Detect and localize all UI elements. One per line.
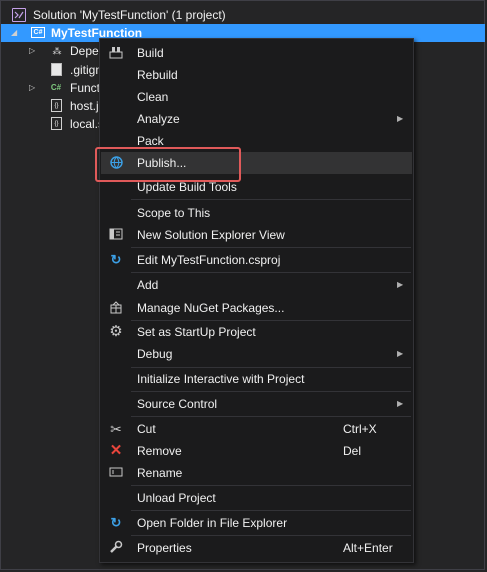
menu-separator (131, 485, 411, 486)
menu-separator (131, 510, 411, 511)
edit-refresh-icon: ↻ (110, 252, 122, 267)
rename-icon (108, 465, 124, 481)
submenu-arrow-icon: ▶ (397, 114, 404, 123)
tree-item-host-json[interactable]: {} host.j (1, 97, 111, 115)
tree-item-function[interactable]: ▷ C# Functi (1, 79, 111, 97)
menu-label: Remove (137, 444, 182, 458)
solution-explorer-view-icon (108, 227, 124, 243)
open-folder-icon: ↻ (110, 515, 122, 530)
tree-item-gitignore[interactable]: .gitign (1, 61, 111, 79)
menu-label: Cut (137, 422, 156, 436)
menu-separator (131, 391, 411, 392)
menu-shortcut: Alt+Enter (343, 541, 393, 555)
tree-item-label: .gitign (70, 63, 103, 77)
menu-item-build[interactable]: Build (101, 42, 412, 64)
csharp-project-icon: C# (31, 27, 45, 38)
menu-item-cut[interactable]: ✂ Cut Ctrl+X (101, 418, 412, 440)
menu-item-manage-nuget[interactable]: Manage NuGet Packages... (101, 297, 412, 319)
menu-separator (131, 416, 411, 417)
menu-item-source-control[interactable]: Source Control ▶ (101, 393, 412, 415)
menu-separator (131, 199, 411, 200)
menu-item-edit-csproj[interactable]: ↻ Edit MyTestFunction.csproj (101, 249, 412, 271)
menu-label: New Solution Explorer View (137, 228, 285, 242)
tree-item-dependencies[interactable]: ▷ ⁂ Depen (1, 42, 111, 60)
csharp-file-icon: C# (50, 83, 62, 92)
solution-icon (12, 8, 26, 22)
menu-item-set-startup[interactable]: ⚙ Set as StartUp Project (101, 321, 412, 343)
dependencies-icon: ⁂ (52, 46, 62, 56)
context-menu: Build Rebuild Clean Analyze ▶ Pack Publi… (99, 38, 414, 563)
menu-item-properties[interactable]: Properties Alt+Enter (101, 537, 412, 559)
file-icon (51, 63, 62, 76)
menu-label: Rebuild (137, 68, 178, 82)
menu-item-new-solution-explorer-view[interactable]: New Solution Explorer View (101, 224, 412, 246)
tree-item-label: Functi (70, 81, 103, 95)
menu-label: Properties (137, 541, 192, 555)
json-file-icon: {} (51, 117, 62, 130)
menu-item-open-folder[interactable]: ↻ Open Folder in File Explorer (101, 512, 412, 534)
menu-shortcut: Del (343, 444, 362, 458)
menu-item-clean[interactable]: Clean (101, 86, 412, 108)
submenu-arrow-icon: ▶ (397, 399, 404, 408)
tree-item-local-settings[interactable]: {} local.s (1, 115, 111, 133)
menu-label: Scope to This (137, 206, 211, 220)
menu-separator (131, 272, 411, 273)
menu-separator (131, 247, 411, 248)
menu-item-debug[interactable]: Debug ▶ (101, 343, 412, 365)
menu-label: Analyze (137, 112, 180, 126)
json-file-icon: {} (51, 99, 62, 112)
menu-separator (131, 535, 411, 536)
menu-label: Debug (137, 347, 173, 361)
build-icon (108, 45, 124, 61)
menu-item-add[interactable]: Add ▶ (101, 274, 412, 296)
menu-label: Manage NuGet Packages... (137, 301, 285, 315)
remove-x-icon: ✕ (109, 442, 123, 459)
menu-label: Build (137, 46, 164, 60)
menu-label: Edit MyTestFunction.csproj (137, 253, 281, 267)
menu-label: Add (137, 278, 159, 292)
publish-highlight-annotation (95, 147, 241, 182)
solution-title: Solution 'MyTestFunction' (1 project) (33, 8, 226, 22)
menu-item-rename[interactable]: Rename (101, 462, 412, 484)
menu-label: Open Folder in File Explorer (137, 516, 288, 530)
menu-shortcut: Ctrl+X (343, 422, 377, 436)
menu-label: Set as StartUp Project (137, 325, 256, 339)
gear-icon: ⚙ (109, 323, 123, 340)
submenu-arrow-icon: ▶ (397, 280, 404, 289)
submenu-arrow-icon: ▶ (397, 349, 404, 358)
expand-arrow-icon[interactable]: ▷ (29, 42, 39, 60)
menu-item-unload-project[interactable]: Unload Project (101, 487, 412, 509)
menu-item-remove[interactable]: ✕ Remove Del (101, 440, 412, 462)
menu-label: Rename (137, 466, 183, 480)
nuget-package-icon (108, 300, 124, 316)
menu-label: Source Control (137, 397, 218, 411)
expand-arrow-icon[interactable]: ▷ (29, 79, 39, 97)
scissors-icon: ✂ (110, 421, 122, 437)
menu-label: Unload Project (137, 491, 216, 505)
menu-item-analyze[interactable]: Analyze ▶ (101, 108, 412, 130)
wrench-icon (108, 540, 124, 556)
solution-node[interactable]: Solution 'MyTestFunction' (1 project) (1, 6, 301, 24)
menu-label: Initialize Interactive with Project (137, 372, 305, 386)
menu-item-initialize-interactive[interactable]: Initialize Interactive with Project (101, 368, 412, 390)
collapse-arrow-icon[interactable]: ◢ (11, 24, 21, 42)
menu-item-scope-to-this[interactable]: Scope to This (101, 202, 412, 224)
menu-label: Clean (137, 90, 169, 104)
menu-item-rebuild[interactable]: Rebuild (101, 64, 412, 86)
tree-item-label: host.j (70, 99, 99, 113)
